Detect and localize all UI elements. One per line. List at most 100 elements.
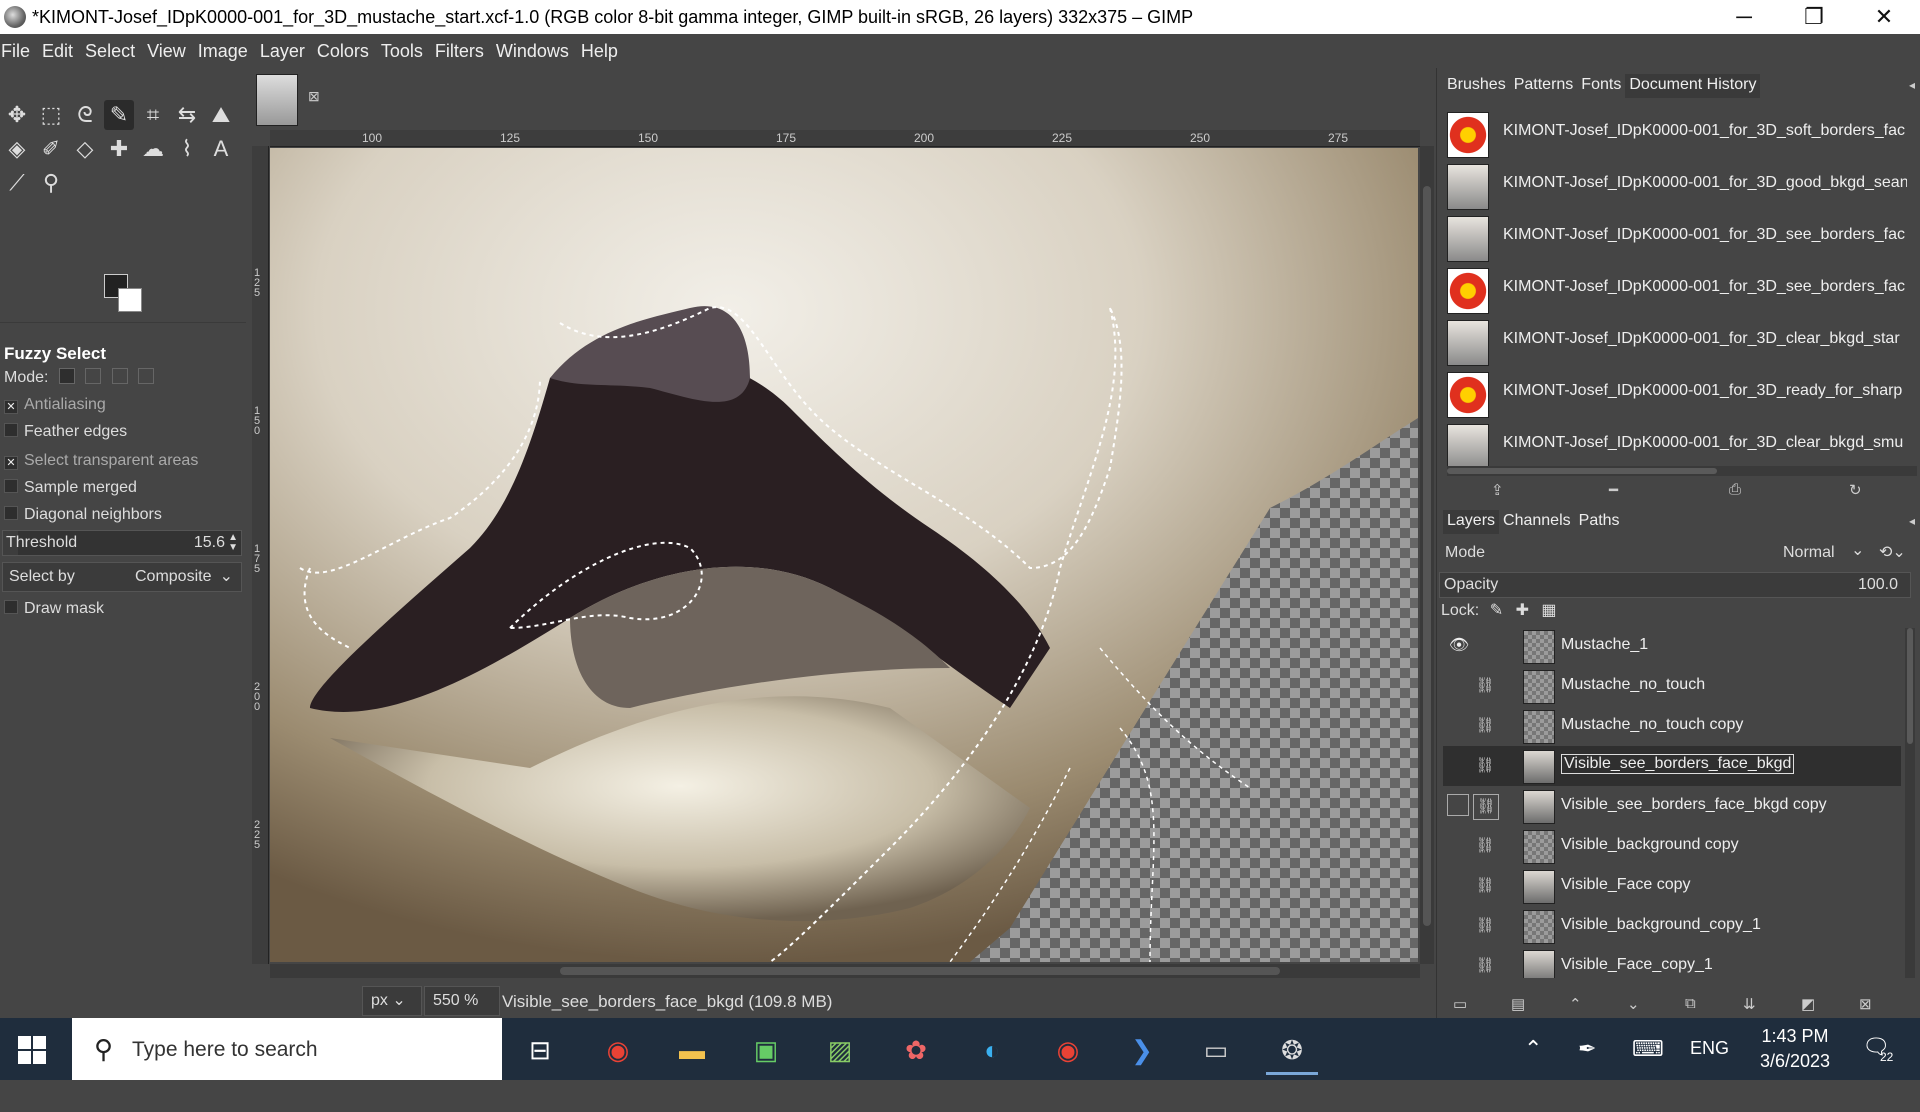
new-layer-icon[interactable]: ▤ [1511,995,1525,1013]
layer-row[interactable]: ⛓ Mustache_no_touch [1443,666,1901,706]
close-button[interactable]: ✕ [1850,0,1918,34]
refresh-icon[interactable]: ↻ [1849,481,1862,499]
tab-brushes[interactable]: Brushes [1443,74,1510,98]
layer-row[interactable]: ⛓ Visible_see_borders_face_bkgd copy [1443,786,1901,826]
history-item[interactable]: KIMONT-Josef_IDpK0000-001_for_3D_clear_b… [1447,316,1907,368]
layer-row-selected[interactable]: ⛓ Visible_see_borders_face_bkgd [1443,746,1901,786]
fuzzy-select-tool-icon[interactable]: ✎ [104,100,134,130]
layer-row[interactable]: 👁 Mustache_1 [1443,626,1901,666]
tab-fonts[interactable]: Fonts [1577,74,1625,98]
duplicate-layer-icon[interactable]: ⧉ [1685,995,1696,1012]
restore-button[interactable]: ❐ [1780,0,1848,34]
chain-link-icon[interactable]: ⛓ [1473,754,1497,778]
visibility-eye-icon[interactable] [1447,954,1471,978]
unit-dropdown[interactable]: px ⌄ [362,986,422,1016]
visibility-eye-icon[interactable] [1447,834,1471,858]
color-picker-tool-icon[interactable]: ⟋ [2,168,32,198]
layer-mode-row[interactable]: Mode Normal ⌄ ⟲⌄ [1439,538,1919,568]
layers-scrollbar[interactable] [1905,628,1915,978]
layer-row[interactable]: ⛓ Visible_background copy [1443,826,1901,866]
chrome-icon[interactable]: ◉ [592,1028,644,1072]
keyboard-icon[interactable]: ⌨ [1632,1036,1664,1098]
remove-entry-icon[interactable]: ━ [1609,481,1618,499]
visibility-eye-icon[interactable] [1447,714,1471,738]
select-transparent-option[interactable]: ✕ Select transparent areas [4,452,198,470]
paint-app-icon[interactable]: ✿ [890,1028,942,1072]
visibility-eye-icon[interactable] [1447,754,1471,778]
chain-link-icon[interactable] [1473,634,1497,658]
heal-tool-icon[interactable]: ✚ [104,134,134,164]
layer-name[interactable]: Visible_see_borders_face_bkgd [1561,754,1795,774]
zoom-tool-icon[interactable]: ⚲ [36,168,66,198]
lock-position-icon[interactable]: ✚ [1516,602,1529,619]
horizontal-scrollbar[interactable] [270,964,1420,978]
mode-subtract-icon[interactable] [111,368,128,384]
diagonal-neighbors-option[interactable]: Diagonal neighbors [4,506,162,524]
vertical-scrollbar[interactable] [1420,146,1434,964]
close-tab-icon[interactable]: ⊠ [308,88,320,105]
lock-alpha-icon[interactable]: ▦ [1541,602,1556,619]
tool-options-tabs[interactable] [0,322,246,341]
paths-tool-icon[interactable]: ⌇ [172,134,202,164]
chain-link-icon[interactable]: ⛓ [1473,874,1497,898]
feather-edges-option[interactable]: Feather edges [4,423,127,441]
dock-menu-icon[interactable]: ◂ [1909,78,1915,92]
chrome-profile-icon[interactable]: ◉ [1042,1028,1094,1072]
pen-icon[interactable]: ✒ [1578,1036,1596,1098]
lock-pixels-icon[interactable]: ✎ [1490,602,1503,619]
raise-layer-icon[interactable]: ⌃ [1569,995,1582,1013]
visibility-eye-icon[interactable] [1447,874,1471,898]
move-tool-icon[interactable]: ✥ [2,100,32,130]
history-item[interactable]: KIMONT-Josef_IDpK0000-001_for_3D_see_bor… [1447,212,1907,264]
unified-transform-tool-icon[interactable]: ⇆ [172,100,202,130]
sample-merged-checkbox[interactable] [4,479,18,493]
powershell-icon[interactable]: ❯ [1116,1028,1168,1072]
antialiasing-option[interactable]: ✕ Antialiasing [4,396,106,414]
menu-file[interactable]: File [0,34,36,68]
layer-mask-icon[interactable]: ◩ [1801,995,1815,1013]
chain-link-icon[interactable]: ⛓ [1473,834,1497,858]
minimize-button[interactable]: ─ [1710,0,1778,34]
menu-select[interactable]: Select [79,34,141,68]
tab-document-history[interactable]: Document History [1625,74,1761,98]
history-item[interactable]: KIMONT-Josef_IDpK0000-001_for_3D_soft_bo… [1447,108,1907,160]
history-hscrollbar[interactable] [1447,466,1917,476]
tab-channels[interactable]: Channels [1499,510,1575,534]
smudge-tool-icon[interactable]: ☁ [138,134,168,164]
draw-mask-option[interactable]: Draw mask [4,600,104,618]
warp-tool-icon[interactable]: ⛰ [206,100,236,130]
layers-scroll-thumb[interactable] [1907,628,1913,744]
sample-merged-option[interactable]: Sample merged [4,479,137,497]
horizontal-scroll-thumb[interactable] [560,967,1280,975]
terminal-app-icon[interactable]: ▣ [740,1028,792,1072]
chain-link-icon[interactable]: ⛓ [1473,714,1497,738]
layer-row[interactable]: ⛓ Visible_Face_copy_1 [1443,946,1901,978]
mode-add-icon[interactable] [85,368,102,384]
layer-row[interactable]: ⛓ Mustache_no_touch copy [1443,706,1901,746]
composite-mode-icon[interactable]: ⟲⌄ [1879,542,1906,562]
show-hidden-icons[interactable]: ⌃ [1524,1036,1542,1098]
taskbar-search-box[interactable]: ⚲ Type here to search [72,1018,502,1080]
command-prompt-icon[interactable]: ▭ [1190,1028,1242,1072]
bucket-fill-tool-icon[interactable]: ◈ [2,134,32,164]
file-explorer-icon[interactable]: ▬ [666,1028,718,1072]
select-transparent-checkbox[interactable]: ✕ [4,456,18,470]
chain-link-icon[interactable]: ⛓ [1473,914,1497,938]
chain-link-icon[interactable]: ⛓ [1473,674,1497,698]
diagonal-neighbors-checkbox[interactable] [4,506,18,520]
crop-tool-icon[interactable]: ⌗ [138,100,168,130]
menu-image[interactable]: Image [192,34,254,68]
lower-layer-icon[interactable]: ⌄ [1627,995,1640,1013]
visibility-eye-icon[interactable] [1447,914,1471,938]
feather-edges-checkbox[interactable] [4,423,18,437]
rect-select-tool-icon[interactable]: ⬚ [36,100,66,130]
history-item[interactable]: KIMONT-Josef_IDpK0000-001_for_3D_see_bor… [1447,264,1907,316]
paintbrush-tool-icon[interactable]: ✐ [36,134,66,164]
visibility-eye-icon[interactable]: 👁 [1447,634,1471,658]
windows-start-icon[interactable] [18,1036,46,1064]
chain-link-icon[interactable]: ⛓ [1473,954,1497,978]
delete-layer-icon[interactable]: ⊠ [1859,995,1872,1013]
edge-icon[interactable]: ◐ [966,1028,1018,1072]
text-tool-icon[interactable]: A [206,134,236,164]
dock-menu-icon[interactable]: ◂ [1909,514,1915,528]
